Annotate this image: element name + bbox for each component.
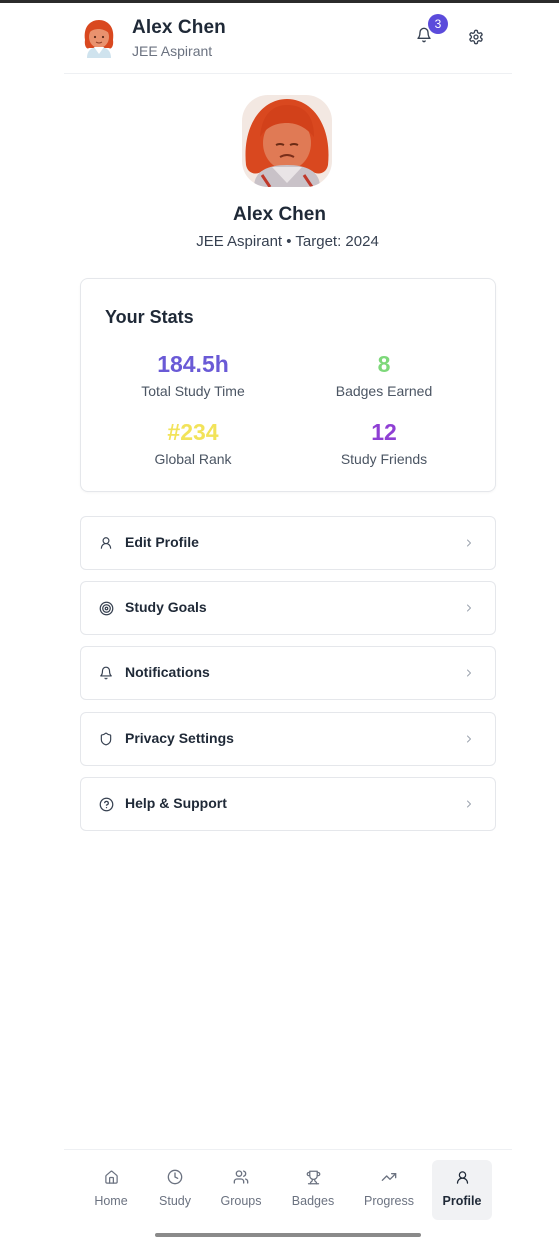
trending-up-icon (381, 1168, 397, 1186)
stat-total-study-time: 184.5h Total Study Time (98, 351, 288, 399)
nav-item-groups[interactable]: Groups (218, 1160, 264, 1220)
chevron-right-icon (461, 731, 477, 747)
shield-icon (97, 730, 115, 748)
menu-item-label: Notifications (125, 664, 210, 680)
menu-item-study-goals[interactable]: Study Goals (80, 581, 496, 635)
nav-label: Badges (291, 1194, 335, 1208)
users-icon (233, 1168, 249, 1186)
nav-item-badges[interactable]: Badges (288, 1160, 338, 1220)
stat-label: Study Friends (340, 451, 428, 467)
nav-label: Progress (363, 1194, 415, 1208)
stat-value: 184.5h (157, 351, 229, 377)
stat-global-rank: #234 Global Rank (98, 419, 288, 467)
home-icon (104, 1168, 119, 1186)
profile-name: Alex Chen (233, 204, 326, 225)
menu-item-privacy-settings[interactable]: Privacy Settings (80, 712, 496, 766)
nav-item-home[interactable]: Home (90, 1160, 132, 1220)
profile-subtitle: JEE Aspirant • Target: 2024 (196, 233, 379, 250)
home-indicator[interactable] (155, 1233, 421, 1237)
menu-item-label: Study Goals (125, 599, 207, 615)
stat-badges-earned: 8 Badges Earned (289, 351, 479, 399)
user-icon (455, 1168, 470, 1186)
nav-label: Study (159, 1194, 191, 1208)
stat-label: Total Study Time (141, 383, 245, 399)
chevron-right-icon (461, 600, 477, 616)
nav-label: Home (94, 1194, 128, 1208)
menu-item-notifications[interactable]: Notifications (80, 646, 496, 700)
menu-item-label: Edit Profile (125, 534, 199, 550)
stat-value: 12 (371, 419, 397, 445)
gear-icon (468, 29, 484, 50)
stats-title: Your Stats (105, 307, 194, 327)
stat-value: 8 (377, 351, 391, 377)
header-user-subtitle: JEE Aspirant (132, 43, 213, 59)
chevron-right-icon (461, 796, 477, 812)
help-circle-icon (97, 795, 115, 813)
nav-item-progress[interactable]: Progress (361, 1160, 417, 1220)
header-avatar[interactable] (81, 18, 117, 58)
trophy-icon (306, 1168, 321, 1186)
notification-count-badge: 3 (428, 14, 448, 34)
chevron-right-icon (461, 535, 477, 551)
bell-icon (97, 664, 115, 682)
user-icon (97, 534, 115, 552)
menu-item-help-support[interactable]: Help & Support (80, 777, 496, 831)
stats-card: Your Stats 184.5h Total Study Time 8 Bad… (80, 278, 496, 492)
nav-label: Profile (442, 1194, 482, 1208)
nav-item-profile[interactable]: Profile (432, 1160, 492, 1220)
profile-avatar[interactable] (242, 95, 332, 187)
stat-study-friends: 12 Study Friends (289, 419, 479, 467)
menu-item-label: Help & Support (125, 795, 227, 811)
menu-item-edit-profile[interactable]: Edit Profile (80, 516, 496, 570)
header-user-name: Alex Chen (132, 17, 226, 38)
clock-icon (167, 1168, 183, 1186)
target-icon (97, 599, 115, 617)
stat-value: #234 (167, 419, 219, 445)
menu-item-label: Privacy Settings (125, 730, 234, 746)
chevron-right-icon (461, 665, 477, 681)
settings-button[interactable] (464, 27, 488, 51)
nav-label: Groups (220, 1194, 262, 1208)
stat-label: Badges Earned (335, 383, 433, 399)
bottom-navigation: Home Study Groups Badges Progress Profil… (64, 1149, 512, 1221)
nav-item-study[interactable]: Study (155, 1160, 195, 1220)
stat-label: Global Rank (154, 451, 232, 467)
app-header: Alex Chen JEE Aspirant 3 (64, 3, 512, 74)
